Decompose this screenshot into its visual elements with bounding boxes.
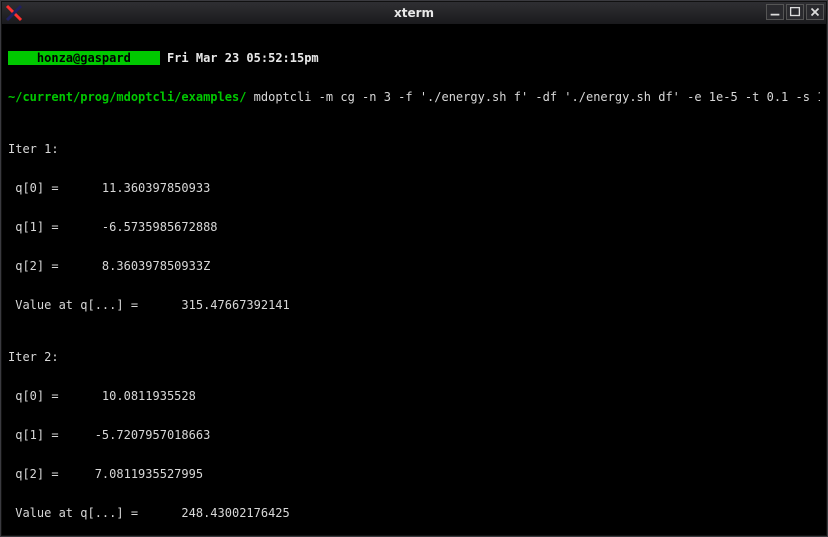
cwd-path: ~/current/prog/mdoptcli/examples/ <box>8 90 246 104</box>
output-line: q[1] = -6.5735985672888 <box>8 221 820 234</box>
window-title: xterm <box>2 6 826 20</box>
window-buttons <box>766 4 824 20</box>
output-line: Value at q[...] = 248.43002176425 <box>8 507 820 520</box>
terminal-area[interactable]: honza@gaspard Fri Mar 23 05:52:15pm ~/cu… <box>8 26 820 529</box>
output-line: q[2] = 8.360397850933Z <box>8 260 820 273</box>
maximize-button[interactable] <box>786 4 804 20</box>
datetime: Fri Mar 23 05:52:15pm <box>160 51 319 65</box>
titlebar[interactable]: xterm <box>2 2 826 25</box>
output-line: q[1] = -5.7207957018663 <box>8 429 820 442</box>
output-line: Iter 1: <box>8 143 820 156</box>
output-line: Iter 2: <box>8 351 820 364</box>
output-line: q[2] = 7.0811935527995 <box>8 468 820 481</box>
command-text: mdoptcli -m cg -n 3 -f './energy.sh f' -… <box>246 90 820 104</box>
output-line: q[0] = 11.360397850933 <box>8 182 820 195</box>
command-line: ~/current/prog/mdoptcli/examples/ mdoptc… <box>8 91 820 104</box>
app-icon <box>4 3 24 23</box>
user-host: honza@gaspard <box>8 51 160 65</box>
close-button[interactable] <box>806 4 824 20</box>
output-line: Value at q[...] = 315.47667392141 <box>8 299 820 312</box>
xterm-window: xterm honza@gaspard Fri Mar 23 05:52:15p… <box>1 1 827 536</box>
output-line: q[0] = 10.0811935528 <box>8 390 820 403</box>
minimize-button[interactable] <box>766 4 784 20</box>
prompt-line-1: honza@gaspard Fri Mar 23 05:52:15pm <box>8 52 820 65</box>
